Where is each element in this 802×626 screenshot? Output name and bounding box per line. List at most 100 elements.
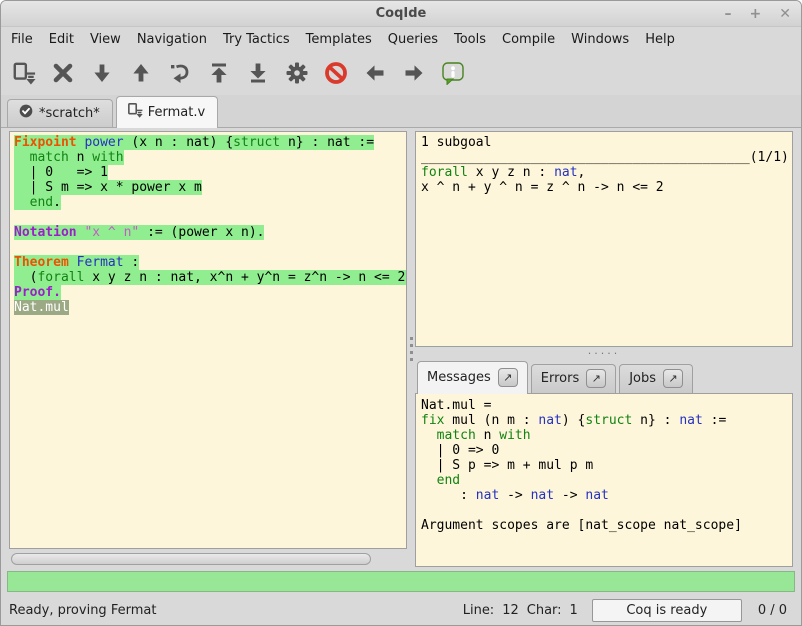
code-line: fix mul (n m : nat) {struct n} : nat := [421,413,792,428]
close-icon [51,61,75,85]
backward-icon [129,61,153,85]
code-line: | 0 => 0 [421,443,792,458]
check-circle-icon [18,103,34,123]
code-line: Nat.mul [14,300,406,315]
goals-panel[interactable]: 1 subgoal_______________________________… [415,131,793,347]
close-button[interactable]: ✕ [779,7,791,21]
interrupt-button[interactable] [323,60,349,86]
save-button[interactable] [11,60,37,86]
close-button[interactable] [50,60,76,86]
tab-label: Fermat.v [148,105,205,120]
code-line [14,240,406,255]
code-line: : nat -> nat -> nat [421,488,792,503]
title-bar[interactable]: CoqIde – + ✕ [1,1,801,27]
code-line: Fixpoint power (x n : nat) {struct n} : … [14,135,406,150]
code-line: match n with [421,428,792,443]
menu-item-tools[interactable]: Tools [446,30,494,49]
save-icon [12,61,36,85]
window-controls: – + ✕ [725,1,791,26]
scrollbar-thumb[interactable] [11,553,371,565]
vertical-splitter[interactable] [407,131,415,567]
forward-icon [90,61,114,85]
code-line: Theorem Fermat : [14,255,406,270]
code-line: (forall x y z n : nat, x^n + y^n = z^n -… [14,270,406,285]
menu-item-try-tactics[interactable]: Try Tactics [215,30,298,49]
document-tab-bar: *scratch* Fermat.v [1,95,801,128]
minimize-button[interactable]: – [725,7,732,21]
code-line: ________________________________________… [421,150,792,165]
tab-label: Jobs [629,371,656,386]
status-text: Ready, proving Fermat [9,603,463,618]
interrupt-icon [324,61,348,85]
right-column: 1 subgoal_______________________________… [415,131,793,567]
status-right: Line: 12 Char: 1 Coq is ready 0 / 0 [463,599,791,622]
code-line: 1 subgoal [421,135,792,150]
code-line: Nat.mul = [421,398,792,413]
about-button[interactable] [440,60,466,86]
tab-fermat[interactable]: Fermat.v [116,96,218,128]
gear-icon [285,61,309,85]
horizontal-scrollbar[interactable] [9,551,407,567]
code-line: x ^ n + y ^ n = z ^ n -> n <= 2 [421,180,792,195]
code-line: match n with [14,150,406,165]
maximize-button[interactable]: + [750,7,762,21]
menu-item-compile[interactable]: Compile [494,30,563,49]
coqide-window: CoqIde – + ✕ FileEditViewNavigationTry T… [0,0,802,626]
menu-bar: FileEditViewNavigationTry TacticsTemplat… [1,27,801,51]
backward-button[interactable] [128,60,154,86]
menu-item-windows[interactable]: Windows [563,30,637,49]
progress-bar [7,571,795,592]
toolbar [1,51,801,95]
go-to-end-button[interactable] [245,60,271,86]
go-to-end-icon [246,61,270,85]
tab-label: Messages [427,370,491,385]
tab-scratch[interactable]: *scratch* [7,99,113,127]
save-icon [127,102,143,122]
menu-item-help[interactable]: Help [637,30,683,49]
goto-cursor-button[interactable] [167,60,193,86]
char-value: 1 [570,603,578,618]
menu-item-view[interactable]: View [82,30,129,49]
next-icon [402,61,426,85]
tab-messages[interactable]: Messages ↗ [417,361,528,394]
detach-icon[interactable]: ↗ [586,369,606,388]
coq-status-indicator: Coq is ready [592,599,742,622]
tab-label: Errors [541,371,579,386]
tab-errors[interactable]: Errors ↗ [531,364,616,393]
go-to-begin-button[interactable] [206,60,232,86]
message-tab-bar: Messages ↗ Errors ↗ Jobs ↗ [415,359,793,393]
next-button[interactable] [401,60,427,86]
horizontal-splitter[interactable]: ····· [415,347,793,359]
detach-icon[interactable]: ↗ [498,368,518,387]
code-line: Argument scopes are [nat_scope nat_scope… [421,518,792,533]
script-buffer[interactable]: Fixpoint power (x n : nat) {struct n} : … [9,131,407,549]
menu-item-file[interactable]: File [3,30,41,49]
code-line: Notation "x ^ n" := (power x n). [14,225,406,240]
code-line: | S m => x * power x m [14,180,406,195]
code-line: | S p => m + mul p m [421,458,792,473]
detach-icon[interactable]: ↗ [663,369,683,388]
menu-item-templates[interactable]: Templates [298,30,380,49]
status-bar: Ready, proving Fermat Line: 12 Char: 1 C… [1,595,801,625]
code-line: | 0 => 1 [14,165,406,180]
messages-panel[interactable]: Nat.mul =fix mul (n m : nat) {struct n} … [415,393,793,567]
code-line [14,210,406,225]
char-label: Char: [527,603,562,618]
previous-button[interactable] [362,60,388,86]
code-line: end [421,473,792,488]
code-line: Proof. [14,285,406,300]
forward-button[interactable] [89,60,115,86]
line-value: 12 [502,603,519,618]
gear-button[interactable] [284,60,310,86]
go-to-begin-icon [207,61,231,85]
slaves-counter: 0 / 0 [758,603,787,618]
code-line [421,503,792,518]
menu-item-navigation[interactable]: Navigation [129,30,215,49]
previous-icon [363,61,387,85]
code-line: forall x y z n : nat, [421,165,792,180]
tab-jobs[interactable]: Jobs ↗ [619,364,693,393]
tab-label: *scratch* [39,106,100,121]
menu-item-queries[interactable]: Queries [380,30,446,49]
menu-item-edit[interactable]: Edit [41,30,82,49]
main-area: Fixpoint power (x n : nat) {struct n} : … [1,128,801,569]
